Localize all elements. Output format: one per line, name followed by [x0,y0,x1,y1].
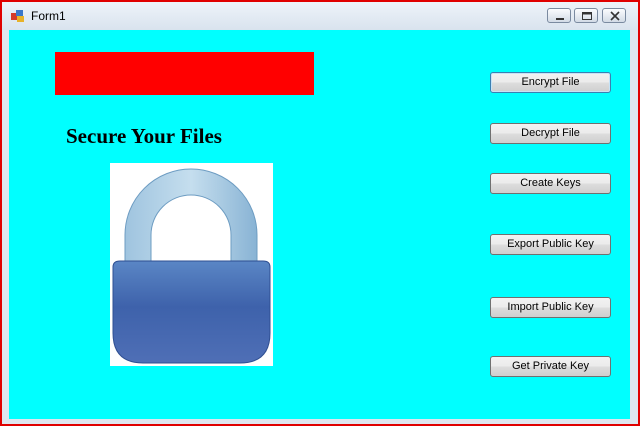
page-title: Secure Your Files [66,124,222,148]
padlock-icon [112,168,271,364]
minimize-button[interactable] [547,8,571,23]
red-banner [55,52,314,95]
maximize-button[interactable] [574,8,598,23]
main-window: Form1 Secure Your Files Encrypt File Dec… [0,0,640,426]
create-keys-button[interactable]: Create Keys [490,173,611,194]
close-button[interactable] [602,8,626,23]
maximize-icon [582,12,592,20]
export-public-key-button[interactable]: Export Public Key [490,234,611,255]
padlock-image [110,163,273,366]
encrypt-file-button[interactable]: Encrypt File [490,72,611,93]
get-private-key-button[interactable]: Get Private Key [490,356,611,377]
decrypt-file-button[interactable]: Decrypt File [490,123,611,144]
import-public-key-button[interactable]: Import Public Key [490,297,611,318]
close-icon [610,11,620,21]
minimize-icon [556,18,564,20]
window-title: Form1 [31,9,66,23]
form-icon [11,10,24,22]
form-client-area: Secure Your Files Encrypt File Decrypt F… [9,30,630,419]
title-bar[interactable]: Form1 [2,2,638,30]
